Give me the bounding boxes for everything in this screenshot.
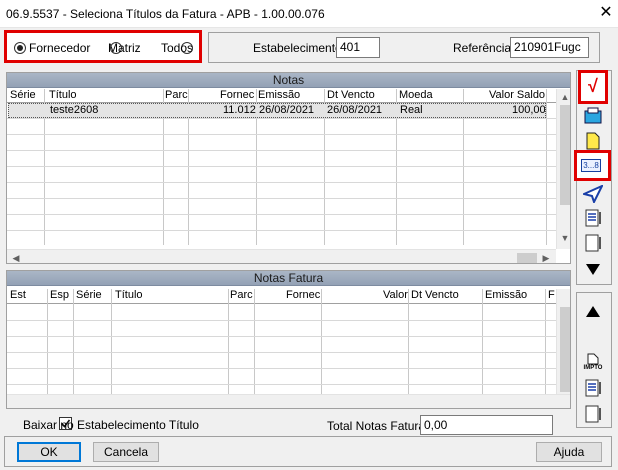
fatura-scroll-thumb[interactable] [560, 307, 570, 392]
send-button[interactable] [582, 183, 604, 205]
arrow-down-button[interactable] [582, 258, 604, 280]
hscroll-thumb[interactable] [517, 253, 537, 263]
cell-valor: 100,00 [512, 104, 546, 116]
cell-fornec: 11.012 [223, 104, 256, 116]
col-parc-f[interactable]: Parc [230, 289, 253, 301]
scroll-down-icon[interactable]: ▼ [558, 232, 570, 244]
col-valor-f[interactable]: Valor [383, 289, 408, 301]
range-icon: 3...8 [581, 158, 601, 172]
scroll-right-icon[interactable]: ▶ [539, 252, 553, 263]
cell-emissao: 26/08/2021 [259, 104, 315, 116]
col-titulo[interactable]: Título [49, 89, 77, 101]
col-emissao-f[interactable]: Emissão [485, 289, 527, 301]
col-dt-vencto-f[interactable]: Dt Vencto [411, 289, 459, 301]
col-serie-f[interactable]: Série [76, 289, 102, 301]
cell-titulo: teste2608 [50, 104, 99, 116]
document-icon [586, 132, 600, 150]
window-title: 06.9.5537 - Seleciona Títulos da Fatura … [6, 7, 325, 21]
confirm-check-button[interactable]: √ [582, 75, 604, 97]
notas-caption: Notas [7, 73, 570, 88]
radio-todos-label: Todos [161, 41, 194, 55]
cell-vencto: 26/08/2021 [327, 104, 383, 116]
list-icon [585, 209, 601, 227]
range-button[interactable]: 3...8 [580, 154, 602, 176]
scroll-left-icon[interactable]: ◀ [9, 252, 23, 263]
move-down-button[interactable] [582, 232, 604, 254]
arrow-up-icon [586, 306, 600, 317]
impto-icon [587, 353, 599, 364]
establishment-input[interactable]: 401 [336, 37, 380, 58]
cancel-button[interactable]: Cancela [93, 442, 159, 462]
col-serie[interactable]: Série [10, 89, 36, 101]
radio-fornecedor[interactable] [14, 42, 26, 54]
col-emissao[interactable]: Emissão [258, 89, 300, 101]
col-f-f[interactable]: F [548, 289, 555, 301]
page-up-icon [585, 405, 601, 423]
col-est[interactable]: Est [10, 289, 26, 301]
notas-fatura-grid: Notas Fatura Est Esp Série Título Parc F… [6, 270, 571, 409]
fatura-vscroll[interactable] [556, 289, 570, 394]
ok-button[interactable]: OK [17, 442, 81, 462]
total-value: 0,00 [420, 415, 553, 435]
close-icon[interactable]: ✕ [597, 4, 615, 22]
move-up-all-button[interactable] [582, 377, 604, 399]
table-row[interactable]: teste2608 11.012 26/08/2021 26/08/2021 R… [8, 103, 546, 118]
notas-grid: Notas Série Título Parc Fornec Emissão D… [6, 72, 571, 264]
cell-moeda: Real [400, 104, 423, 116]
move-up-button[interactable] [582, 403, 604, 425]
reference-input[interactable]: 210901Fugc [510, 37, 589, 58]
check-icon: √ [588, 76, 598, 96]
scroll-thumb[interactable] [560, 105, 570, 205]
page-arrow-icon [585, 234, 601, 252]
col-valor-saldo[interactable]: Valor Saldo [489, 89, 545, 101]
impto-button[interactable]: IMPTO [582, 350, 604, 374]
reference-label: Referência: [453, 41, 515, 55]
send-icon [583, 185, 603, 203]
notas-hscroll[interactable]: ◀ ▶ [7, 249, 556, 263]
notas-fatura-caption: Notas Fatura [7, 271, 570, 286]
notas-vscroll[interactable]: ▲ ▼ [556, 89, 570, 249]
impto-label: IMPTO [583, 364, 603, 371]
fatura-hscroll[interactable] [7, 394, 570, 408]
list-up-icon [585, 379, 601, 397]
move-down-all-button[interactable] [582, 207, 604, 229]
arrow-up-button[interactable] [582, 301, 604, 323]
scroll-up-icon[interactable]: ▲ [558, 91, 570, 103]
folder-icon [584, 107, 602, 124]
col-moeda[interactable]: Moeda [399, 89, 433, 101]
help-button[interactable]: Ajuda [536, 442, 602, 462]
title-bar: 06.9.5537 - Seleciona Títulos da Fatura … [0, 0, 618, 28]
total-label: Total Notas Fatura: [327, 419, 429, 433]
baixar-label: Baixar no Estabelecimento Título [23, 418, 199, 432]
new-document-button[interactable] [582, 130, 604, 152]
col-titulo-f[interactable]: Título [115, 289, 143, 301]
col-fornec[interactable]: Fornec [220, 89, 254, 101]
establishment-label: Estabelecimento: [253, 41, 346, 55]
radio-matriz-label: Matriz [108, 41, 141, 55]
radio-fornecedor-label: Fornecedor [29, 41, 91, 55]
col-parc[interactable]: Parc [165, 89, 188, 101]
col-dt-vencto[interactable]: Dt Vencto [327, 89, 375, 101]
col-esp[interactable]: Esp [50, 289, 69, 301]
add-note-button[interactable] [582, 105, 604, 127]
arrow-down-icon [586, 264, 600, 275]
col-fornec-f[interactable]: Fornec [286, 289, 320, 301]
